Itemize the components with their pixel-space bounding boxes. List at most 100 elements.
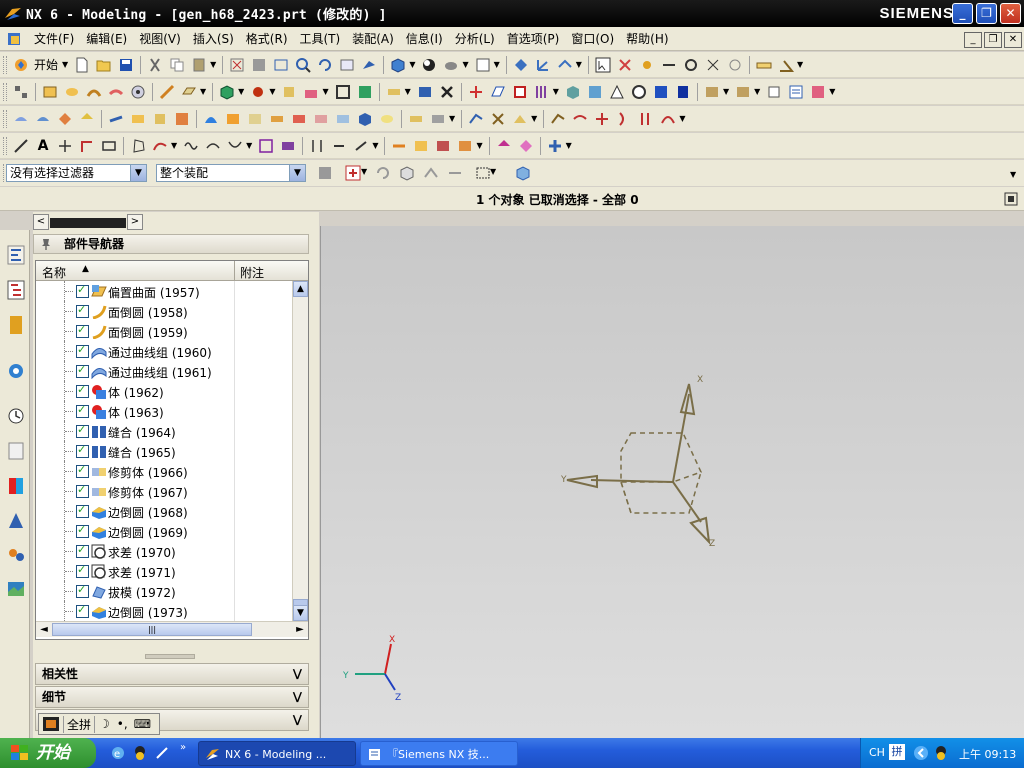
sketch-icon[interactable]: [159, 84, 175, 100]
scroll-right-icon[interactable]: ►: [292, 622, 308, 638]
law-extension-icon[interactable]: [108, 111, 124, 127]
point-icon[interactable]: [639, 57, 655, 73]
perspective-icon[interactable]: [361, 57, 377, 73]
profile-icon[interactable]: [13, 138, 29, 154]
x-form-icon[interactable]: [490, 111, 506, 127]
visibility-checkbox[interactable]: [76, 323, 89, 338]
visibility-checkbox[interactable]: [76, 463, 89, 478]
clip-section-icon[interactable]: [518, 138, 534, 154]
view-section-icon[interactable]: [496, 138, 512, 154]
pin-icon[interactable]: [40, 237, 52, 251]
web-browser-tab-icon[interactable]: [6, 360, 26, 382]
datum-csys[interactable]: [566, 383, 711, 545]
section-curve-icon[interactable]: [616, 111, 632, 127]
component-icon[interactable]: [413, 138, 429, 154]
offset-surface-tool-icon[interactable]: [152, 111, 168, 127]
boss-icon[interactable]: [303, 84, 319, 100]
studio-surface-icon[interactable]: [13, 111, 29, 127]
snap-select-icon[interactable]: [423, 165, 439, 181]
column-name-header[interactable]: 名称: [42, 264, 66, 281]
save-icon[interactable]: [118, 57, 134, 73]
orient-view-icon[interactable]: [390, 57, 406, 73]
tree-row[interactable]: 修剪体 (1966): [36, 461, 292, 481]
draft-tool-icon[interactable]: [609, 84, 625, 100]
instance-icon[interactable]: [587, 84, 603, 100]
document-menu-icon[interactable]: [6, 31, 24, 47]
quick-launch-icon[interactable]: [154, 745, 170, 761]
tree-row[interactable]: 通过曲线组 (1961): [36, 361, 292, 381]
extension-icon[interactable]: [130, 111, 146, 127]
menu-analysis[interactable]: 分析(L): [449, 29, 501, 49]
edit-surface-icon[interactable]: [468, 111, 484, 127]
chevron-down-icon[interactable]: ▼: [130, 165, 146, 181]
measure-distance-icon[interactable]: [756, 57, 772, 73]
tree-row[interactable]: 偏置曲面 (1957): [36, 281, 292, 301]
visibility-checkbox[interactable]: [76, 583, 89, 598]
tree-row[interactable]: 面倒圆 (1959): [36, 321, 292, 341]
start-icon[interactable]: [13, 57, 29, 73]
ime-logo-icon[interactable]: [42, 716, 60, 732]
scroll-down-icon[interactable]: ▼: [293, 605, 308, 621]
doc-restore-button[interactable]: ❐: [984, 32, 1002, 48]
pan-icon[interactable]: [339, 57, 355, 73]
ime-mode[interactable]: 全拼: [63, 715, 96, 733]
scroll-up-icon[interactable]: ▲: [293, 281, 308, 297]
chevron-down-icon[interactable]: ⋁: [293, 664, 302, 684]
global-shaping-icon[interactable]: [225, 111, 241, 127]
ruled-surface-icon[interactable]: [35, 111, 51, 127]
tree-row[interactable]: 体 (1963): [36, 401, 292, 421]
sheet-icon[interactable]: [247, 111, 263, 127]
tree-row[interactable]: 修剪体 (1967): [36, 481, 292, 501]
tree-row[interactable]: 边倒圆 (1969): [36, 521, 292, 541]
intersect-curve-icon[interactable]: [594, 111, 610, 127]
menu-assemblies[interactable]: 装配(A): [346, 29, 400, 49]
tree-row[interactable]: 缝合 (1964): [36, 421, 292, 441]
mate-icon[interactable]: [435, 138, 451, 154]
pattern-icon[interactable]: [534, 84, 550, 100]
menu-edit[interactable]: 编辑(E): [80, 29, 133, 49]
unite-icon[interactable]: [468, 84, 484, 100]
maximize-graphics-icon[interactable]: [1004, 192, 1018, 206]
assembly-navigator-icon[interactable]: [13, 84, 29, 100]
language-indicator[interactable]: CH: [869, 746, 885, 759]
visibility-checkbox[interactable]: [76, 563, 89, 578]
restore-button[interactable]: ❐: [976, 3, 997, 24]
palette-tab-icon[interactable]: [6, 475, 26, 497]
edit-curve-icon[interactable]: [353, 138, 369, 154]
match-edge-icon[interactable]: [512, 111, 528, 127]
divide-face-icon[interactable]: [430, 111, 446, 127]
project-curve-icon[interactable]: [258, 138, 274, 154]
control-point-icon[interactable]: [683, 57, 699, 73]
wave-link-icon[interactable]: [391, 138, 407, 154]
rectangle-icon[interactable]: [101, 138, 117, 154]
menu-insert[interactable]: 插入(S): [187, 29, 240, 49]
type-filter-icon[interactable]: [345, 165, 361, 181]
start-menu-button[interactable]: 开始: [0, 738, 96, 768]
paste-icon[interactable]: [191, 57, 207, 73]
split-icon[interactable]: [417, 84, 433, 100]
menu-file[interactable]: 文件(F): [28, 29, 80, 49]
undo-selection-icon[interactable]: [375, 165, 391, 181]
zoom-in-icon[interactable]: [295, 57, 312, 73]
tree-row[interactable]: 求差 (1971): [36, 561, 292, 581]
block-icon[interactable]: [219, 84, 235, 100]
solid-to-sheet-icon[interactable]: [357, 111, 373, 127]
layer-settings-icon[interactable]: [547, 138, 563, 154]
chevron-down-icon[interactable]: ⋁: [293, 687, 302, 707]
visibility-checkbox[interactable]: [76, 603, 89, 618]
chevron-down-icon[interactable]: ⋁: [293, 710, 302, 730]
tree-row[interactable]: 求差 (1970): [36, 541, 292, 561]
selection-filter-dropdown[interactable]: 没有选择过滤器 ▼: [6, 164, 147, 182]
combined-curve-icon[interactable]: [280, 138, 296, 154]
qq-tray-icon[interactable]: [933, 745, 949, 761]
fit-view-icon[interactable]: [229, 57, 245, 73]
visibility-checkbox[interactable]: [76, 403, 89, 418]
details-section[interactable]: 细节 ⋁: [35, 686, 309, 708]
visibility-checkbox[interactable]: [76, 423, 89, 438]
visibility-checkbox[interactable]: [76, 543, 89, 558]
open-folder-icon[interactable]: [96, 57, 112, 73]
pad-icon[interactable]: [281, 84, 297, 100]
select-icon[interactable]: [595, 57, 611, 73]
arc-center-icon[interactable]: [727, 57, 743, 73]
render-style-icon[interactable]: [421, 57, 437, 73]
